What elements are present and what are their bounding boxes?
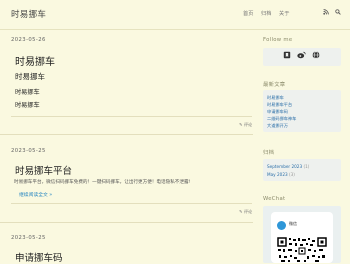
recent-post-link[interactable]: 时易挪车平台	[267, 102, 292, 108]
recent-posts-box: 时易挪车 时易挪车平台 申请挪车码 二维码挪车神车 大道挪开万	[263, 90, 341, 132]
archive-box: September 2023 (1) May 2023 (3)	[263, 159, 341, 181]
recent-post-link[interactable]: 时易挪车	[267, 95, 284, 101]
site-title[interactable]: 时易挪车	[11, 8, 46, 20]
comment-link[interactable]: ✎ 评论	[239, 209, 252, 215]
wechat-name: 微信	[289, 221, 297, 226]
recent-post-link[interactable]: 申请挪车码	[267, 109, 288, 115]
post-title[interactable]: 时易挪车	[15, 53, 55, 68]
archive-link[interactable]: September 2023 (1)	[267, 164, 309, 169]
comment-link[interactable]: ✎ 评论	[239, 122, 252, 128]
post-heading-3: 时易挪车	[15, 89, 40, 96]
post-excerpt: 时易挪车平台，微信扫码挪车免费的！一键扫码挪车，让出行更方便！电话隐私不泄露!	[14, 180, 191, 185]
divider	[11, 116, 252, 117]
qr-code-icon	[277, 237, 327, 263]
follow-title: Follow me	[263, 37, 293, 43]
post-date: 2023-05-25	[11, 148, 46, 154]
post-heading-2: 时易挪车	[15, 72, 45, 81]
archive-link[interactable]: May 2023 (3)	[267, 172, 295, 177]
post-date: 2023-05-25	[11, 235, 46, 241]
recent-posts-title: 最新文章	[263, 82, 286, 88]
post-separator	[0, 222, 253, 223]
wechat-title: WeChat	[263, 196, 286, 202]
archive-count: (3)	[289, 172, 295, 177]
comment-label: 评论	[243, 122, 253, 127]
site-header: 时易挪车 首页 归档 关于	[0, 0, 350, 30]
avatar	[277, 221, 286, 230]
comment-label: 评论	[243, 209, 253, 214]
nav-about[interactable]: 关于	[279, 10, 289, 17]
globe-icon[interactable]	[312, 51, 320, 61]
recent-post-link[interactable]: 大道挪开万	[267, 123, 288, 129]
bookmark-icon[interactable]	[283, 51, 291, 61]
comment-icon: ✎	[239, 122, 243, 127]
divider	[11, 203, 252, 204]
weibo-icon[interactable]	[297, 51, 306, 61]
recent-post-link[interactable]: 二维码挪车神车	[267, 116, 296, 122]
post-title[interactable]: 申请挪车码	[15, 250, 63, 264]
rss-icon[interactable]	[323, 9, 329, 17]
archive-month: May 2023	[267, 172, 288, 177]
follow-box	[263, 48, 341, 66]
post-separator	[0, 134, 253, 135]
nav-home[interactable]: 首页	[243, 10, 253, 17]
nav-archive[interactable]: 归档	[261, 10, 271, 17]
post-heading-4: 时易挪车	[15, 102, 40, 109]
archive-month: September 2023	[267, 164, 303, 169]
search-icon[interactable]	[335, 9, 341, 17]
archive-title: 归档	[263, 150, 275, 156]
read-more-link[interactable]: 继续阅读全文 »	[19, 191, 52, 198]
post-date: 2023-05-26	[11, 37, 46, 43]
archive-count: (1)	[303, 164, 310, 169]
wechat-card: 微信	[271, 212, 333, 263]
post-title[interactable]: 时易挪车平台	[15, 163, 72, 177]
comment-icon: ✎	[239, 209, 243, 214]
